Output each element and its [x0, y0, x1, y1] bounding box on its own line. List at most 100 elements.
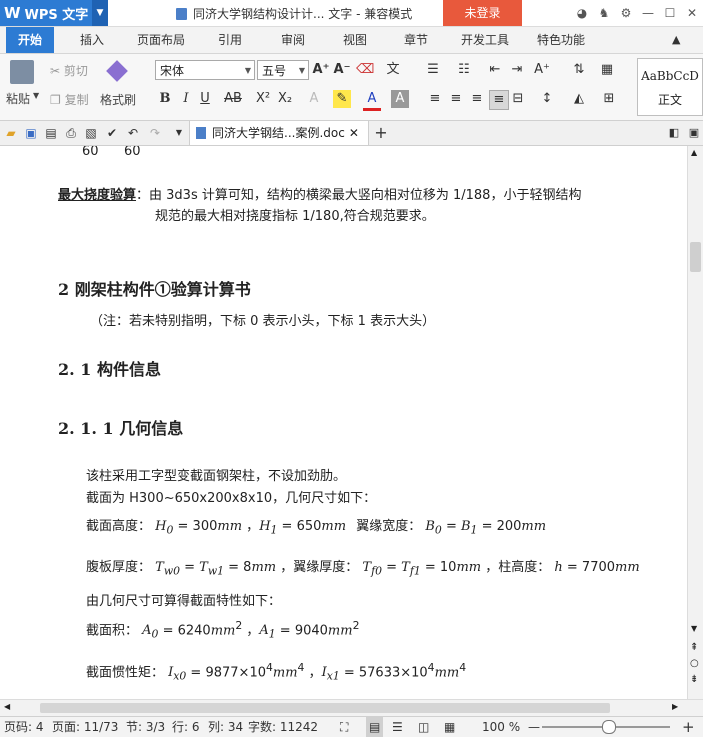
- help-icon[interactable]: ◕: [571, 6, 593, 20]
- spell-check-icon[interactable]: ✔: [103, 124, 121, 142]
- line-spacing-icon[interactable]: ↕: [538, 90, 556, 108]
- tab-developer[interactable]: 开发工具: [461, 27, 509, 53]
- paste-icon[interactable]: [10, 60, 34, 84]
- bullet-list-icon[interactable]: ☰: [424, 61, 442, 79]
- superscript-icon[interactable]: X²: [254, 90, 272, 108]
- close-tab-icon[interactable]: ✕: [349, 126, 359, 140]
- scroll-right-icon[interactable]: ▶: [672, 702, 678, 711]
- table-icon[interactable]: ▦: [598, 61, 616, 79]
- scroll-thumb[interactable]: [690, 242, 701, 272]
- scroll-thumb[interactable]: [40, 703, 610, 713]
- document-nav-icon[interactable]: ◧: [665, 124, 683, 142]
- zoom-level[interactable]: 100 %: [482, 717, 520, 737]
- align-center-icon[interactable]: ≡: [447, 90, 465, 108]
- scroll-up-icon[interactable]: ▲: [691, 148, 697, 157]
- document-tab[interactable]: 同济大学钢结...案例.doc ✕: [189, 121, 369, 145]
- italic-icon[interactable]: I: [177, 90, 195, 108]
- horizontal-scrollbar[interactable]: ◀ ▶: [0, 699, 703, 716]
- status-page-code[interactable]: 页码: 4: [4, 717, 44, 737]
- phonetic-icon[interactable]: 文: [384, 61, 402, 79]
- save-icon[interactable]: ▣: [22, 124, 40, 142]
- status-pages[interactable]: 页面: 11/73: [52, 717, 118, 737]
- next-page-icon[interactable]: ⇟: [690, 674, 698, 685]
- strikethrough-icon[interactable]: AB: [224, 90, 242, 108]
- font-size-select[interactable]: 五号 ▼: [257, 60, 309, 80]
- print-preview-icon[interactable]: ▧: [82, 124, 100, 142]
- chevron-down-icon[interactable]: ▼: [33, 91, 39, 100]
- read-view-icon[interactable]: ▦: [444, 717, 455, 737]
- zoom-slider-thumb[interactable]: [602, 720, 616, 734]
- scroll-down-icon[interactable]: ▼: [691, 624, 697, 633]
- redo-icon[interactable]: ↷: [146, 124, 164, 142]
- open-icon[interactable]: ▰: [2, 124, 20, 142]
- vertical-scrollbar[interactable]: ▲ ▼ ⇞ ○ ⇟: [687, 146, 703, 699]
- char-shading-icon[interactable]: A: [391, 90, 409, 108]
- note-text: （注：若未特别指明，下标 0 表示小头，下标 1 表示大头）: [90, 314, 436, 329]
- previous-page-icon[interactable]: ⇞: [690, 642, 698, 653]
- tab-view[interactable]: 视图: [343, 27, 367, 53]
- increase-indent-icon[interactable]: ⇥: [508, 61, 526, 79]
- numbered-list-icon[interactable]: ☷: [455, 61, 473, 79]
- align-right-icon[interactable]: ≡: [468, 90, 486, 108]
- format-painter-button[interactable]: 格式刷: [100, 91, 136, 108]
- grow-font-icon[interactable]: A⁺: [312, 61, 330, 79]
- copy-button[interactable]: ❐ 复制: [50, 91, 89, 108]
- bold-icon[interactable]: B: [156, 90, 174, 108]
- zoom-out-icon[interactable]: —: [528, 717, 540, 737]
- paste-button[interactable]: 粘贴: [6, 90, 30, 107]
- skin-icon[interactable]: ♞: [593, 6, 615, 20]
- shading-icon[interactable]: ◭: [570, 90, 588, 108]
- tab-features[interactable]: 特色功能: [537, 27, 585, 53]
- web-thickness-line: 腹板厚度： Tw0 = Tw1 = 8mm ，翼缘厚度： Tf0 = Tf1 =…: [86, 560, 640, 578]
- zoom-in-icon[interactable]: +: [682, 717, 695, 737]
- output-pdf-icon[interactable]: ▤: [42, 124, 60, 142]
- subscript-icon[interactable]: X₂: [276, 90, 294, 108]
- shrink-font-icon[interactable]: A⁻: [333, 61, 351, 79]
- align-left-icon[interactable]: ≡: [426, 90, 444, 108]
- web-view-icon[interactable]: ◫: [418, 717, 429, 737]
- font-name-select[interactable]: 宋体 ▼: [155, 60, 255, 80]
- document-icon: [196, 127, 206, 139]
- scroll-left-icon[interactable]: ◀: [4, 702, 10, 711]
- tab-home[interactable]: 开始: [6, 27, 55, 53]
- settings-icon[interactable]: ⚙: [615, 6, 637, 20]
- tab-references[interactable]: 引用: [218, 27, 242, 53]
- minimize-icon[interactable]: —: [637, 6, 659, 20]
- cut-button[interactable]: ✂ 剪切: [50, 62, 88, 79]
- chevron-down-icon[interactable]: ▼: [170, 124, 188, 142]
- underline-icon[interactable]: U: [196, 90, 214, 108]
- chevron-down-icon[interactable]: ▼: [92, 0, 108, 26]
- style-normal[interactable]: AaBbCcD 正文: [637, 58, 703, 116]
- full-screen-icon[interactable]: ⛶: [340, 717, 348, 737]
- tab-chapter[interactable]: 章节: [404, 27, 428, 53]
- decrease-indent-icon[interactable]: ⇤: [486, 61, 504, 79]
- document-page[interactable]: 60 60 最大挠度验算：由 3d3s 计算可知，结构的横梁最大竖向相对位移为 …: [0, 146, 687, 699]
- border-icon[interactable]: ⊞: [600, 90, 618, 108]
- text-effect-icon[interactable]: A: [305, 90, 323, 108]
- font-color-icon[interactable]: A: [363, 90, 381, 111]
- highlight-icon[interactable]: ✎: [333, 90, 351, 108]
- tab-review[interactable]: 审阅: [281, 27, 305, 53]
- page-view-icon[interactable]: ▤: [366, 717, 384, 737]
- distributed-icon[interactable]: ⊟: [509, 90, 527, 108]
- window-restore-icon[interactable]: ▣: [685, 124, 703, 142]
- chevron-down-icon: ▼: [298, 66, 305, 75]
- tab-insert[interactable]: 插入: [80, 27, 104, 53]
- status-words[interactable]: 字数: 11242: [248, 717, 318, 737]
- print-icon[interactable]: ⎙: [62, 124, 80, 142]
- new-tab-icon[interactable]: +: [372, 124, 390, 142]
- select-browse-icon[interactable]: ○: [690, 658, 699, 669]
- sort-icon[interactable]: ⇅: [570, 61, 588, 79]
- collapse-ribbon-icon[interactable]: ▲: [672, 27, 680, 53]
- maximize-icon[interactable]: ☐: [659, 6, 681, 20]
- undo-icon[interactable]: ↶: [124, 124, 142, 142]
- justify-icon[interactable]: ≡: [489, 90, 509, 110]
- deflection-paragraph: 最大挠度验算：由 3d3s 计算可知，结构的横梁最大竖向相对位移为 1/188，…: [58, 188, 582, 203]
- char-scale-icon[interactable]: A⁺: [533, 61, 551, 79]
- outline-view-icon[interactable]: ☰: [392, 717, 403, 737]
- clear-format-icon[interactable]: ⌫: [356, 61, 374, 79]
- close-icon[interactable]: ✕: [681, 6, 703, 20]
- app-menu-button[interactable]: W WPS 文字 ▼: [0, 0, 108, 26]
- login-button[interactable]: 未登录: [443, 0, 522, 26]
- tab-page-layout[interactable]: 页面布局: [137, 27, 185, 53]
